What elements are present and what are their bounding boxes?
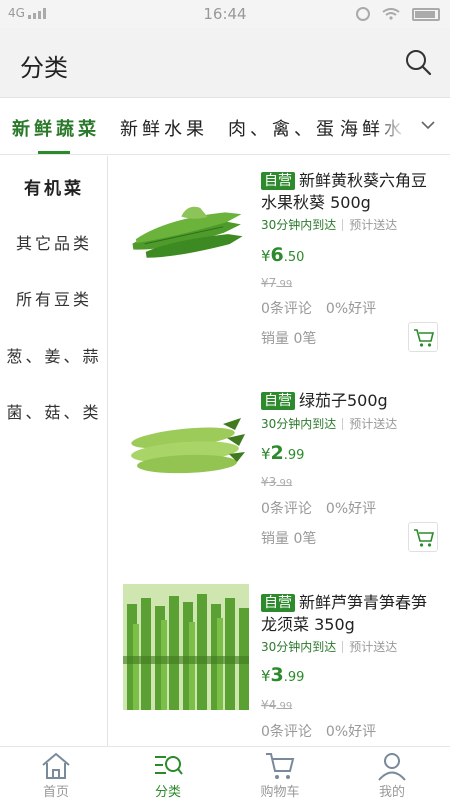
product-list: 自营 新鲜黄秋葵六角豆 水果秋葵 500g 30分钟内到达 预计送达 ¥6.50 ¥… (109, 156, 450, 746)
delivery-info: 30分钟内到达 预计送达 (261, 638, 397, 655)
positive-rate: 0%好评 (325, 501, 377, 517)
original-price-decimal: .99 (276, 701, 293, 712)
product-image-okra[interactable] (123, 166, 249, 292)
original-price-decimal: .99 (276, 279, 293, 290)
self-operated-badge: 自营 (261, 594, 295, 612)
original-price: ¥7.99 (261, 276, 292, 290)
delivery-time: 30分钟内到达 (261, 218, 337, 232)
review-stats: 0条评论 0%好评 (261, 721, 376, 741)
app-header: 分类 (0, 28, 450, 98)
price: ¥6.50 (261, 244, 304, 266)
product-image-green-eggplant[interactable] (123, 376, 249, 502)
sidebar-item-other[interactable]: 其它品类 (0, 230, 108, 254)
tab-fresh-vegetables[interactable]: 新鲜蔬菜 (12, 115, 100, 141)
product-card[interactable]: 自营 新鲜芦笋青笋春笋龙须菜 350g 30分钟内到达 预计送达 ¥3.99 ¥4.… (109, 580, 450, 746)
sales-count: 销量 0笔 (261, 531, 317, 547)
price-decimal: .50 (283, 250, 305, 265)
positive-rate: 0%好评 (325, 724, 377, 740)
product-card[interactable]: 自营 新鲜黄秋葵六角豆 水果秋葵 500g 30分钟内到达 预计送达 ¥6.50 ¥… (109, 156, 450, 366)
original-price-decimal: .99 (276, 478, 293, 489)
nav-profile[interactable]: 我的 (336, 747, 448, 800)
original-price: ¥3.99 (261, 475, 292, 489)
review-count: 0条评论 (261, 724, 312, 740)
price-integer: 6 (270, 244, 284, 266)
review-count: 0条评论 (261, 301, 312, 317)
cart-icon (414, 329, 435, 347)
review-count: 0条评论 (261, 501, 312, 517)
category-tabs: 新鲜蔬菜 新鲜水果 肉、禽、蛋 海鲜水 (0, 99, 450, 155)
home-icon (42, 752, 70, 779)
product-title[interactable]: 自营 新鲜黄秋葵六角豆 水果秋葵 500g (261, 170, 441, 214)
add-to-cart-button[interactable] (408, 322, 438, 352)
original-price-integer: ¥7 (261, 276, 277, 290)
delivery-time: 30分钟内到达 (261, 640, 337, 654)
sidebar-item-organic[interactable]: 有机菜 (0, 174, 108, 199)
currency: ¥ (261, 445, 271, 463)
product-card[interactable]: 自营 绿茄子500g 30分钟内到达 预计送达 ¥2.99 ¥3.99 0条评论 0%… (109, 376, 450, 588)
product-title[interactable]: 自营 新鲜芦笋青笋春笋龙须菜 350g (261, 592, 441, 636)
subcategory-sidebar: 有机菜 其它品类 所有豆类 葱、姜、蒜 菌、菇、类 (0, 156, 108, 746)
add-to-cart-button[interactable] (408, 522, 438, 552)
tabs-fade (376, 99, 406, 154)
original-price-integer: ¥3 (261, 475, 277, 489)
product-name: 绿茄子500g (299, 391, 388, 410)
currency: ¥ (261, 667, 271, 685)
tab-fresh-fruits[interactable]: 新鲜水果 (120, 115, 208, 141)
delivery-note: 预计送达 (349, 218, 398, 232)
sidebar-item-scallion-ginger-garlic[interactable]: 葱、姜、蒜 (0, 343, 108, 367)
price: ¥2.99 (261, 442, 304, 464)
sales-count: 销量 0笔 (261, 331, 317, 347)
price-integer: 3 (270, 664, 284, 686)
currency: ¥ (261, 247, 271, 265)
cart-icon (414, 529, 435, 547)
delivery-time: 30分钟内到达 (261, 417, 337, 431)
review-stats: 0条评论 0%好评 (261, 498, 376, 518)
nav-cart[interactable]: 购物车 (224, 747, 336, 800)
delivery-info: 30分钟内到达 预计送达 (261, 415, 397, 432)
nav-cart-label: 购物车 (260, 785, 300, 800)
sidebar-item-beans[interactable]: 所有豆类 (0, 286, 108, 310)
chevron-down-icon (421, 121, 435, 130)
review-stats: 0条评论 0%好评 (261, 298, 376, 318)
delivery-info: 30分钟内到达 预计送达 (261, 216, 397, 233)
product-image-asparagus[interactable] (123, 584, 249, 710)
battery-icon (412, 7, 440, 21)
original-price-integer: ¥4 (261, 698, 277, 712)
self-operated-badge: 自营 (261, 172, 295, 190)
search-icon[interactable] (404, 48, 434, 78)
status-bar: 4G 16:44 (0, 0, 450, 28)
positive-rate: 0%好评 (325, 301, 377, 317)
product-title[interactable]: 自营 绿茄子500g (261, 390, 441, 412)
nav-profile-label: 我的 (378, 785, 405, 800)
price-integer: 2 (270, 442, 284, 464)
delivery-note: 预计送达 (349, 640, 398, 654)
nav-home-label: 首页 (42, 785, 69, 800)
page-title: 分类 (20, 54, 68, 82)
delivery-note: 预计送达 (349, 417, 398, 431)
bottom-navigation: 首页 分类 购物车 我的 (0, 746, 450, 800)
price-decimal: .99 (283, 448, 305, 463)
nav-category-label: 分类 (154, 785, 181, 800)
app-screen: 4G 16:44 分类 新鲜蔬菜 新鲜水果 肉、禽、蛋 海鲜水 有机菜 其它品类… (0, 0, 450, 800)
status-icons (356, 7, 440, 21)
tab-meat-poultry-eggs[interactable]: 肉、禽、蛋 (228, 115, 338, 141)
active-tab-indicator (38, 151, 70, 154)
price: ¥3.99 (261, 664, 304, 686)
alarm-icon (356, 7, 370, 21)
tabs-more-button[interactable] (406, 99, 450, 154)
price-decimal: .99 (283, 670, 305, 685)
original-price: ¥4.99 (261, 698, 292, 712)
nav-category[interactable]: 分类 (112, 747, 224, 800)
cart-icon (266, 753, 295, 779)
user-icon (378, 753, 406, 781)
nav-home[interactable]: 首页 (0, 747, 112, 800)
sidebar-item-mushrooms[interactable]: 菌、菇、类 (0, 399, 108, 423)
wifi-icon (382, 8, 400, 20)
self-operated-badge: 自营 (261, 392, 295, 410)
category-icon (155, 756, 183, 775)
